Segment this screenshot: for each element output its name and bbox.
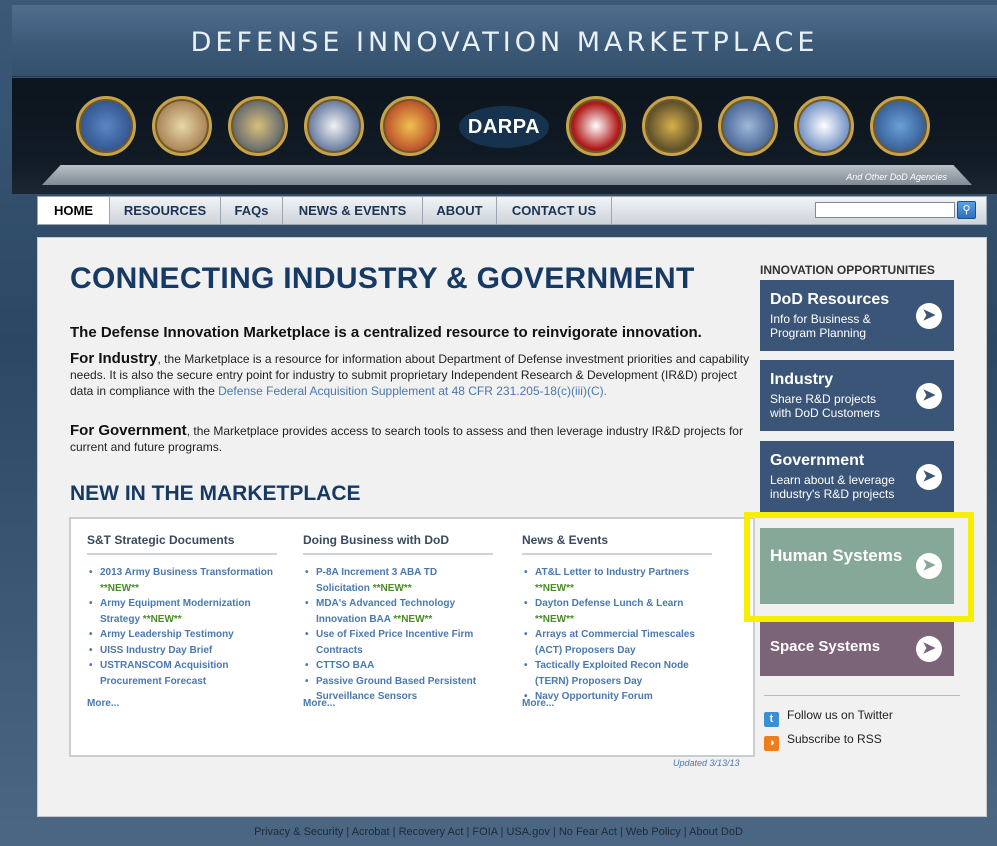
site-title[interactable]: DEFENSE INNOVATION MARKETPLACE [12, 27, 997, 58]
nav-resources[interactable]: RESOURCES [110, 197, 221, 224]
dfars-link[interactable]: Defense Federal Acquisition Supplement a… [218, 384, 607, 398]
more-link[interactable]: More... [522, 698, 554, 709]
arrow-right-icon: ➤ [916, 382, 942, 409]
card-title: Government [770, 452, 865, 469]
more-link[interactable]: More... [87, 698, 119, 709]
footer-link[interactable]: About DoD [689, 826, 743, 838]
footer-link[interactable]: Web Policy [626, 826, 681, 838]
main-nav: HOME RESOURCES FAQs NEWS & EVENTS ABOUT … [37, 196, 987, 225]
sidebar-divider [764, 695, 960, 696]
list-item[interactable]: Tactically Exploited Recon Node (TERN) P… [522, 658, 712, 689]
industry-lead: For Industry [70, 350, 158, 367]
column-title: Doing Business with DoD [303, 533, 493, 555]
nav-news-events[interactable]: NEWS & EVENTS [283, 197, 423, 224]
main-panel: CONNECTING INDUSTRY & GOVERNMENT The Def… [37, 237, 987, 817]
footer-link[interactable]: Recovery Act [399, 826, 464, 838]
more-link[interactable]: More... [303, 698, 335, 709]
list-item[interactable]: MDA's Advanced Technology Innovation BAA… [303, 596, 493, 627]
list-item[interactable]: Arrays at Commercial Timescales (ACT) Pr… [522, 627, 712, 658]
footer-links: Privacy & Security | Acrobat | Recovery … [254, 826, 743, 838]
seal-icon[interactable] [304, 96, 364, 156]
search-icon: ⚲ [962, 204, 971, 216]
seal-icon[interactable] [380, 96, 440, 156]
hero-subtitle: The Defense Innovation Marketplace is a … [70, 324, 702, 341]
list-item[interactable]: CTTSO BAA [303, 658, 493, 674]
seal-shelf [42, 165, 972, 185]
government-lead: For Government [70, 422, 187, 439]
card-title: DoD Resources [770, 291, 890, 308]
seal-icon[interactable] [870, 96, 930, 156]
list-item[interactable]: 2013 Army Business Transformation **NEW*… [87, 565, 277, 596]
card-human-systems[interactable]: Human Systems ➤ [760, 528, 954, 604]
card-dod-resources[interactable]: DoD Resources Info for Business & Progra… [760, 280, 954, 351]
footer-link[interactable]: USA.gov [506, 826, 549, 838]
sidebar-heading: INNOVATION OPPORTUNITIES [760, 263, 935, 277]
industry-paragraph: For Industry, the Marketplace is a resou… [70, 351, 750, 399]
rss-icon: ◑ [764, 736, 779, 751]
page-frame: DEFENSE INNOVATION MARKETPLACE DARPA And… [12, 0, 997, 846]
list-item[interactable]: Dayton Defense Lunch & Learn **NEW** [522, 596, 712, 627]
list-item[interactable]: AT&L Letter to Industry Partners **NEW** [522, 565, 712, 596]
footer-link[interactable]: Acrobat [352, 826, 390, 838]
column-st-documents: S&T Strategic Documents 2013 Army Busine… [87, 533, 277, 689]
other-agencies-label[interactable]: And Other DoD Agencies [846, 172, 947, 182]
seal-icon[interactable] [76, 96, 136, 156]
footer-link[interactable]: FOIA [472, 826, 497, 838]
rss-link[interactable]: ◑ Subscribe to RSS [764, 732, 882, 751]
card-desc: Share R&D projects with DoD Customers [770, 392, 881, 420]
arrow-right-icon: ➤ [916, 463, 942, 490]
twitter-link[interactable]: t Follow us on Twitter [764, 708, 893, 727]
footer-link[interactable]: Privacy & Security [254, 826, 343, 838]
column-title: S&T Strategic Documents [87, 533, 277, 555]
card-title: Industry [770, 371, 834, 388]
card-desc: Learn about & leverage industry's R&D pr… [770, 473, 895, 501]
nav-faqs[interactable]: FAQs [221, 197, 283, 224]
agency-seals: DARPA [76, 96, 956, 166]
government-paragraph: For Government, the Marketplace provides… [70, 423, 750, 455]
card-industry[interactable]: Industry Share R&D projects with DoD Cus… [760, 360, 954, 431]
card-desc: Info for Business & Program Planning [770, 312, 871, 340]
hero-title: CONNECTING INDUSTRY & GOVERNMENT [70, 262, 695, 295]
footer-link[interactable]: No Fear Act [559, 826, 617, 838]
card-government[interactable]: Government Learn about & leverage indust… [760, 441, 954, 512]
list-item[interactable]: P-8A Increment 3 ABA TD Solicitation **N… [303, 565, 493, 596]
search-input[interactable] [815, 202, 955, 218]
news-box: S&T Strategic Documents 2013 Army Busine… [69, 517, 755, 757]
list-item[interactable]: UISS Industry Day Brief [87, 643, 277, 659]
seal-icon[interactable] [152, 96, 212, 156]
seal-icon[interactable] [718, 96, 778, 156]
nav-home[interactable]: HOME [38, 197, 110, 224]
search-button[interactable]: ⚲ [957, 201, 976, 219]
arrow-right-icon: ➤ [916, 553, 942, 579]
seal-icon[interactable] [566, 96, 626, 156]
darpa-logo[interactable]: DARPA [459, 106, 549, 148]
seal-icon[interactable] [228, 96, 288, 156]
site-header: DEFENSE INNOVATION MARKETPLACE [12, 5, 997, 77]
list-item[interactable]: USTRANSCOM Acquisition Procurement Forec… [87, 658, 277, 689]
seal-icon[interactable] [642, 96, 702, 156]
column-news-events: News & Events AT&L Letter to Industry Pa… [522, 533, 712, 705]
list-item[interactable]: Army Leadership Testimony [87, 627, 277, 643]
column-doing-business: Doing Business with DoD P-8A Increment 3… [303, 533, 493, 705]
card-space-systems[interactable]: Space Systems ➤ [760, 622, 954, 676]
list-item[interactable]: Use of Fixed Price Incentive Firm Contra… [303, 627, 493, 658]
arrow-right-icon: ➤ [916, 302, 942, 329]
updated-date: Updated 3/13/13 [673, 758, 740, 768]
section-title-new: NEW IN THE MARKETPLACE [70, 482, 361, 505]
nav-contact-us[interactable]: CONTACT US [497, 197, 612, 224]
list-item[interactable]: Army Equipment Modernization Strategy **… [87, 596, 277, 627]
nav-about[interactable]: ABOUT [423, 197, 497, 224]
arrow-right-icon: ➤ [916, 636, 942, 662]
twitter-icon: t [764, 712, 779, 727]
column-title: News & Events [522, 533, 712, 555]
seal-icon[interactable] [794, 96, 854, 156]
